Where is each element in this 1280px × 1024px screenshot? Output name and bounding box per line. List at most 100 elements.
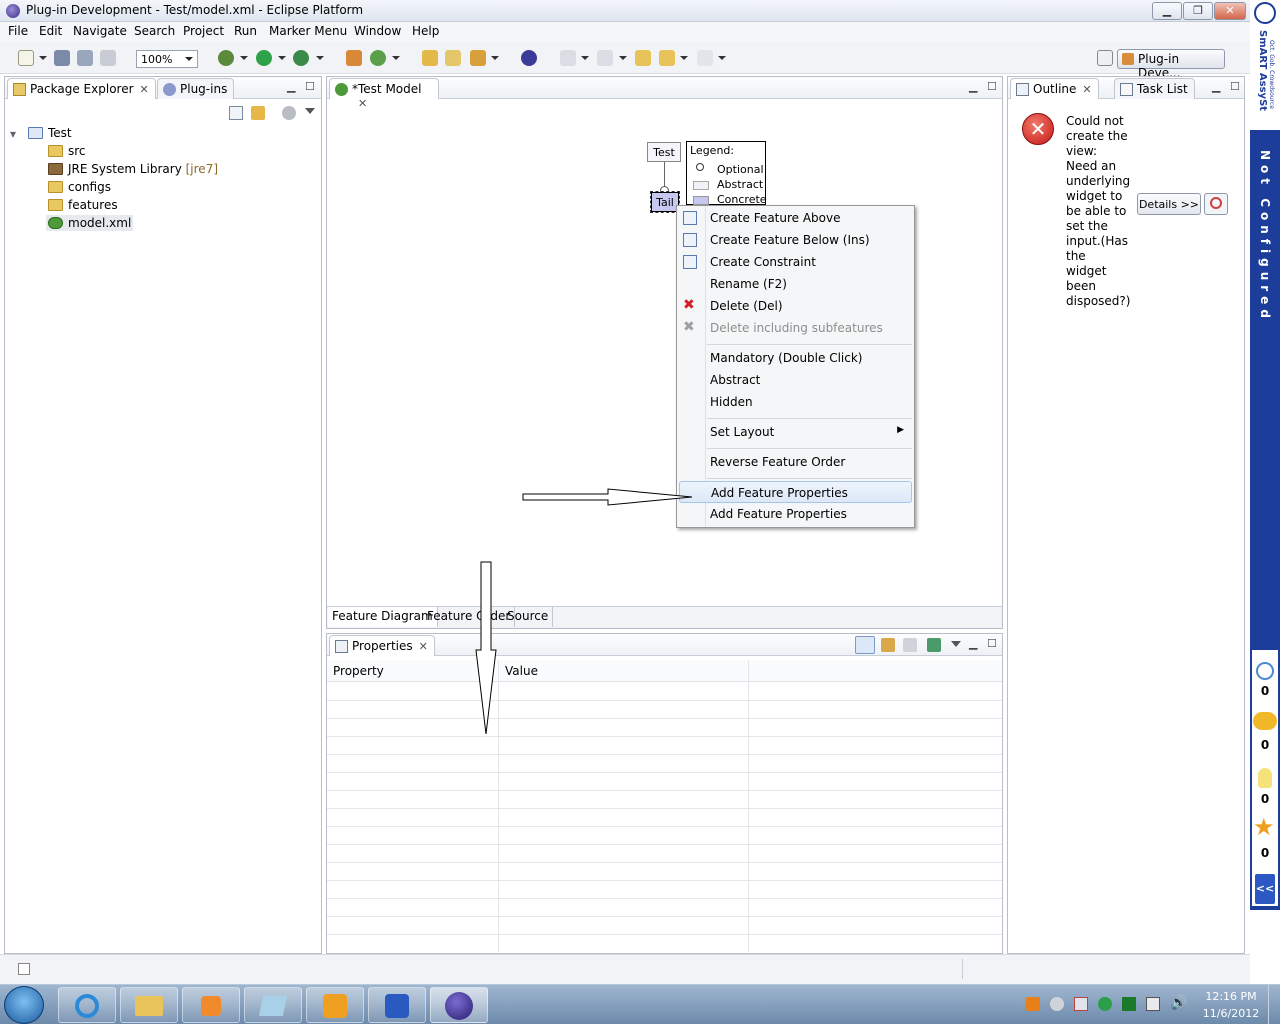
menu-item-hidden[interactable]: Hidden	[677, 391, 914, 413]
tray-monitor-icon[interactable]	[1122, 997, 1136, 1011]
menu-project[interactable]: Project	[183, 24, 224, 38]
perspective-button[interactable]: Plug-in Deve...	[1117, 49, 1225, 80]
tree-item-jre[interactable]: JRE System Library [jre7]	[48, 162, 218, 176]
tray-network-icon[interactable]	[1050, 997, 1064, 1011]
star-icon[interactable]: ★	[1253, 814, 1279, 840]
tab-package-explorer[interactable]: Package Explorer ✕	[7, 78, 156, 99]
taskbar-explorer[interactable]	[120, 987, 178, 1023]
back-icon[interactable]	[659, 50, 675, 66]
start-button[interactable]	[4, 986, 44, 1024]
menu-search[interactable]: Search	[134, 24, 175, 38]
maximize-icon[interactable]: ☐	[987, 637, 997, 650]
tree-item-features[interactable]: features	[48, 198, 118, 212]
debug-icon[interactable]	[218, 50, 234, 66]
collapse-button[interactable]: <<	[1253, 872, 1277, 906]
menu-edit[interactable]: Edit	[39, 24, 62, 38]
prev-annotation-icon[interactable]	[597, 50, 613, 66]
maximize-icon[interactable]: ☐	[1230, 80, 1240, 93]
clock-date[interactable]: 11/6/2012	[1196, 1007, 1266, 1020]
taskbar-sync[interactable]	[368, 987, 426, 1023]
feature-child[interactable]: Tail	[650, 191, 680, 213]
chevron-down-icon[interactable]	[316, 56, 324, 60]
tab-task-list[interactable]: Task List	[1114, 78, 1195, 99]
menu-item-add-feature-properties-highlighted[interactable]: Add Feature Properties	[679, 481, 912, 503]
save-all-icon[interactable]	[77, 50, 93, 66]
tab-source[interactable]: Source	[503, 607, 554, 627]
chevron-down-icon[interactable]	[39, 56, 47, 60]
search-icon[interactable]	[1256, 662, 1274, 680]
menu-item-add-feature-properties[interactable]: Add Feature Properties	[677, 503, 914, 525]
tab-properties[interactable]: Properties ✕	[329, 635, 435, 656]
menu-help[interactable]: Help	[412, 24, 439, 38]
tray-display-icon[interactable]	[1146, 997, 1160, 1011]
tree-item-src[interactable]: src	[48, 144, 86, 158]
tree-item-test[interactable]: Test	[28, 126, 72, 140]
column-property[interactable]: Property	[333, 664, 384, 678]
taskbar-ie[interactable]	[58, 987, 116, 1023]
tab-feature-order[interactable]: Feature Order	[423, 607, 516, 627]
close-icon[interactable]: ✕	[419, 640, 428, 653]
tray-app-icon[interactable]	[1026, 997, 1040, 1011]
idea-icon[interactable]	[1258, 768, 1272, 788]
menu-marker-menu[interactable]: Marker Menu	[269, 24, 347, 38]
view-menu-icon[interactable]	[951, 641, 961, 647]
last-edit-icon[interactable]	[635, 50, 651, 66]
refresh-icon[interactable]	[370, 50, 386, 66]
chevron-down-icon[interactable]	[240, 56, 248, 60]
show-desktop-button[interactable]	[1268, 985, 1280, 1024]
taskbar-media[interactable]	[182, 987, 240, 1023]
collapse-all-icon[interactable]	[229, 106, 243, 120]
maximize-icon[interactable]: ☐	[987, 80, 997, 93]
volume-icon[interactable]: 🔊	[1170, 995, 1187, 1011]
menu-item-rename[interactable]: Rename (F2)	[677, 273, 914, 295]
menu-window[interactable]: Window	[354, 24, 401, 38]
close-icon[interactable]: ✕	[1082, 83, 1091, 96]
clock-time[interactable]: 12:16 PM	[1196, 990, 1266, 1003]
taskbar-outlook[interactable]	[306, 987, 364, 1023]
tray-flag-icon[interactable]	[1074, 997, 1088, 1011]
minimize-icon[interactable]: ▁	[1212, 80, 1220, 93]
search-tool-icon[interactable]	[470, 50, 486, 66]
link-editor-icon[interactable]	[251, 106, 265, 120]
chevron-down-icon[interactable]	[278, 56, 286, 60]
menu-item-create-constraint[interactable]: Create Constraint	[677, 251, 914, 273]
new-plugin-icon[interactable]	[346, 50, 362, 66]
minimize-icon[interactable]: ▁	[287, 80, 295, 93]
close-icon[interactable]: ✕	[140, 83, 149, 96]
column-value[interactable]: Value	[505, 664, 538, 678]
fast-view-icon[interactable]	[18, 963, 30, 975]
chevron-down-icon[interactable]	[392, 56, 400, 60]
feature-root[interactable]: Test	[647, 142, 681, 162]
menu-file[interactable]: File	[8, 24, 28, 38]
menu-navigate[interactable]: Navigate	[73, 24, 127, 38]
advanced-icon[interactable]	[881, 638, 895, 652]
tab-outline[interactable]: Outline ✕	[1010, 78, 1099, 99]
menu-item-set-layout[interactable]: Set Layout ▶	[677, 421, 914, 443]
minimize-icon[interactable]: ▁	[969, 80, 977, 93]
zoom-select[interactable]: 100%	[136, 50, 198, 68]
close-button[interactable]: ✕	[1214, 2, 1246, 20]
menu-item-create-feature-below[interactable]: Create Feature Below (Ins)	[677, 229, 914, 251]
tray-sync-icon[interactable]	[1098, 997, 1112, 1011]
tab-feature-diagram[interactable]: Feature Diagram	[328, 607, 438, 627]
menu-run[interactable]: Run	[234, 24, 257, 38]
menu-item-reverse-feature-order[interactable]: Reverse Feature Order	[677, 451, 914, 473]
minimize-icon[interactable]: ▁	[969, 637, 977, 650]
menu-item-delete[interactable]: ✖ Delete (Del)	[677, 295, 914, 317]
tree-item-model-xml[interactable]: model.xml	[46, 215, 134, 231]
pin-icon[interactable]	[927, 638, 941, 652]
filter-icon[interactable]	[282, 106, 296, 120]
maximize-button[interactable]: ❐	[1183, 2, 1213, 20]
error-log-button[interactable]	[1204, 193, 1228, 215]
external-tools-icon[interactable]	[293, 50, 309, 66]
tree-toggle-icon[interactable]: ▾	[10, 127, 16, 141]
perspective-icon[interactable]	[521, 50, 537, 66]
minimize-button[interactable]: ▁	[1152, 2, 1182, 20]
open-perspective-icon[interactable]	[1097, 50, 1113, 66]
tab-plugins[interactable]: Plug-ins	[157, 78, 235, 99]
print-icon[interactable]	[100, 50, 116, 66]
chevron-down-icon[interactable]	[680, 56, 688, 60]
next-annotation-icon[interactable]	[560, 50, 576, 66]
open-type-icon[interactable]	[422, 50, 438, 66]
menu-item-mandatory[interactable]: Mandatory (Double Click)	[677, 347, 914, 369]
